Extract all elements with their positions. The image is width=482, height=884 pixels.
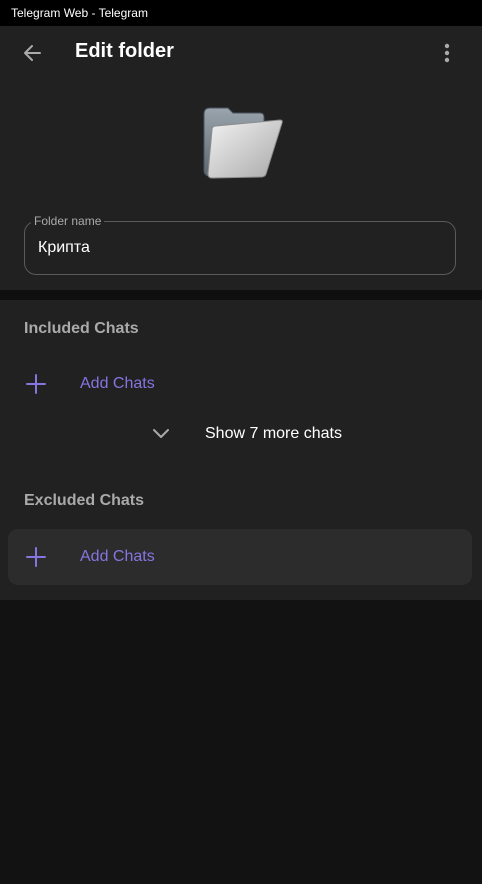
more-menu-button[interactable]: [430, 36, 464, 70]
edit-folder-header: Edit folder Folder name: [0, 26, 482, 290]
folder-name-field[interactable]: Folder name: [24, 214, 456, 275]
window-titlebar: Telegram Web - Telegram: [0, 0, 482, 26]
page-title: Edit folder: [75, 40, 174, 62]
excluded-add-chats-button[interactable]: Add Chats: [8, 529, 472, 585]
more-vertical-icon: [444, 43, 450, 63]
included-add-chats-button[interactable]: Add Chats: [8, 356, 472, 412]
excluded-add-chats-label: Add Chats: [80, 548, 155, 565]
folder-name-input[interactable]: [38, 222, 438, 274]
included-chats-title: Included Chats: [24, 320, 139, 337]
show-more-chats-label: Show 7 more chats: [205, 425, 342, 442]
arrow-left-icon: [24, 45, 41, 61]
section-divider: [0, 290, 482, 300]
included-add-chats-label: Add Chats: [80, 375, 155, 392]
show-more-chats-button[interactable]: Show 7 more chats: [140, 410, 360, 458]
excluded-chats-title: Excluded Chats: [24, 492, 145, 509]
chats-section: Included Chats Add Chats Show 7 more cha…: [0, 300, 482, 600]
window-title: Telegram Web - Telegram: [11, 6, 148, 20]
chevron-down-icon: [153, 429, 169, 438]
back-button[interactable]: [16, 36, 50, 70]
plus-icon: [26, 547, 46, 567]
plus-icon: [26, 374, 46, 394]
folder-icon: [203, 107, 283, 179]
